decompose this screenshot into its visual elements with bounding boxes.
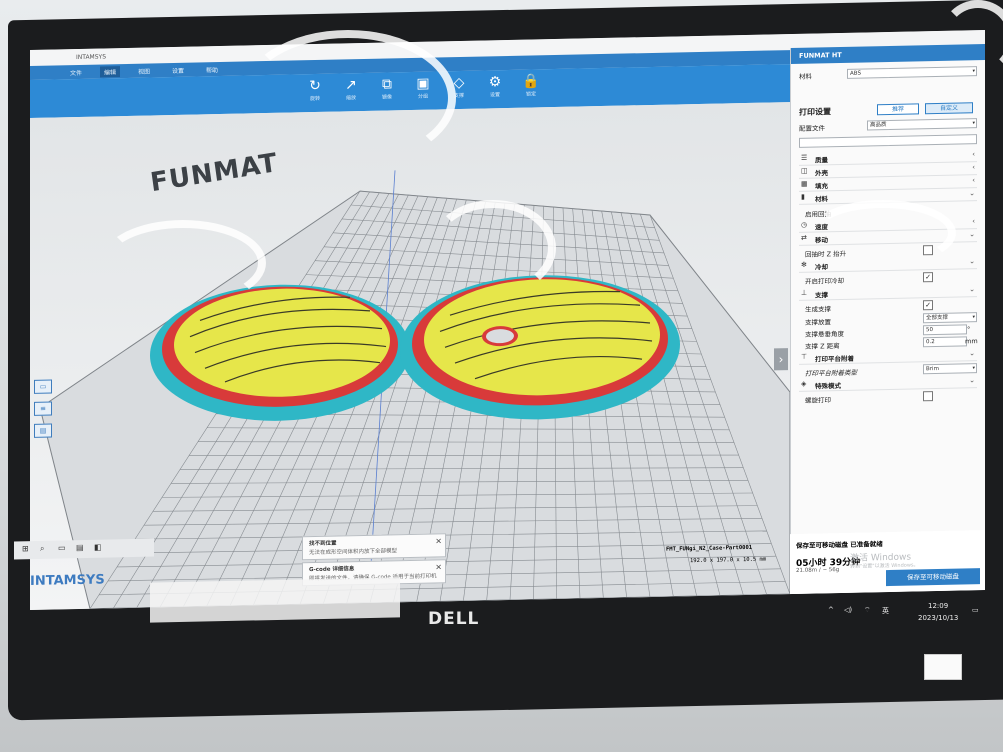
dell-logo: DELL [428,609,480,629]
chevron-right-icon: › [778,352,784,367]
infill-icon: ▦ [801,179,808,188]
search-icon[interactable]: ⌕ [40,544,44,554]
material-icon: ▮ [801,192,805,201]
profile-select[interactable]: 高品质 ▾ [867,118,977,131]
z-distance-row: 支撑 Z 距离 0.2 mm [805,336,978,351]
special-modes-icon: ◈ [801,379,807,388]
taskbar: ⊞ ⌕ ▭ ▤ ◧ [14,538,154,560]
system-tray: ^ ◁) ⌔ 英 12:09 2023/10/13 ▭ [800,600,1000,630]
ready-status: 保存至可移动磁盘 已准备就绪 [796,540,883,550]
settings-icon: ⚙ [488,74,502,91]
toast-no-space: 找不到位置 无法在成形空间体积内放下全部模型 × [302,533,446,561]
clock-time[interactable]: 12:09 [928,602,948,610]
material-usage: 21.08m / ~ 56g [796,567,840,574]
glare-swirl [430,200,556,296]
support-placement-select[interactable]: 全部支撑 ▾ [923,312,977,324]
enable-fan-checkbox[interactable]: ✓ [923,272,933,283]
chevron-down-icon: ▾ [972,365,975,372]
quality-icon: ☰ [801,153,808,162]
menu-help[interactable]: 帮助 [202,64,222,75]
section-support[interactable]: ⊥ 支撑 ⌄ [799,285,977,301]
section-special-modes[interactable]: ◈ 特殊模式 ⌄ [799,376,977,392]
screen: INTAMSYS 文件 编辑 视图 设置 帮助 ↻ 旋转 ↗ 缩放 ⧉ 镜像 ▣ 分组 … [30,29,985,611]
z-distance-input[interactable]: 0.2 [923,336,967,348]
section-adhesion[interactable]: ⊤ 打印平台附着 ⌄ [799,349,977,365]
adhesion-type-row: 打印平台附着类型 Brim ▾ [799,363,977,378]
menu-edit[interactable]: 编辑 [100,66,121,78]
chevron-down-icon: ▾ [972,120,975,127]
settings-button[interactable]: ⚙ 设置 [480,73,510,106]
shell-icon: ◫ [801,166,808,175]
clock-date[interactable]: 2023/10/13 [918,614,958,622]
glare-reflection [150,577,400,623]
lock-button[interactable]: 🔒 锁定 [516,72,546,105]
enable-fan-row: 开启打印冷却 ✓ [799,271,977,286]
settings-panel: FUNMAT HT 材料 ABS ▾ 打印设置 推荐 自定义 配置文件 高品质 ▾ … [790,43,985,595]
intamsys-logo: INTAMSYS [30,572,105,590]
adhesion-icon: ⊤ [801,352,808,361]
material-row: 材料 ABS ▾ [799,66,977,81]
layers-icon[interactable]: ≡ [34,401,52,416]
tray-chevron-icon[interactable]: ^ [828,606,834,614]
app-title: INTAMSYS [76,53,107,62]
save-to-removable-button[interactable]: 保存至可移动磁盘 [886,568,980,587]
chevron-down-icon: ▾ [972,314,975,321]
notification-icon[interactable]: ▭ [972,606,979,614]
app-taskbar-icon[interactable]: ◧ [94,543,102,552]
adhesion-type-select[interactable]: Brim ▾ [923,363,977,375]
activate-windows-subtitle: 转到"设置"以激活 Windows。 [850,562,919,570]
view-icon[interactable]: ▤ [34,423,52,438]
network-icon[interactable]: ⌔ [864,606,871,615]
overhang-angle-input[interactable]: 50 [923,324,967,336]
gen-support-checkbox[interactable]: ✓ [923,300,933,311]
build-plate-viewport[interactable]: FUNMAT INTAMSYS ▭ ≡ ▤ › 找不到位置 无法在成形空间体积内… [30,102,790,611]
ime-indicator[interactable]: 英 [882,606,889,616]
glare-swirl [810,200,956,266]
menu-settings[interactable]: 设置 [168,65,188,76]
settings-search-input[interactable] [799,134,977,148]
menu-view[interactable]: 视图 [134,65,154,76]
support-section-icon: ⊥ [801,288,808,297]
windows-start-icon[interactable]: ⊞ [22,544,29,553]
close-icon[interactable]: × [435,536,442,545]
recommended-button[interactable]: 推荐 [877,103,919,116]
monitor-sticker [924,654,962,680]
spiralize-row: 螺旋打印 [799,390,977,405]
gen-support-row: 生成支撑 ✓ [799,299,977,314]
custom-button[interactable]: 自定义 [925,102,973,115]
fan-icon: ✻ [801,260,807,269]
close-icon[interactable]: × [435,562,442,571]
glare-swirl [100,220,266,306]
travel-icon: ⇄ [801,233,807,242]
explorer-icon[interactable]: ▤ [76,543,84,552]
lock-icon: 🔒 [522,73,540,90]
volume-icon[interactable]: ◁) [844,606,852,614]
task-view-icon[interactable]: ▭ [58,543,66,552]
glare-swirl [240,30,456,166]
speed-icon: ◷ [801,220,808,229]
folder-icon[interactable]: ▭ [34,379,52,394]
profile-row: 配置文件 高品质 ▾ [799,118,977,133]
spiralize-checkbox[interactable] [923,391,933,402]
menu-file[interactable]: 文件 [66,67,86,78]
expand-panel-button[interactable]: › [774,348,788,371]
